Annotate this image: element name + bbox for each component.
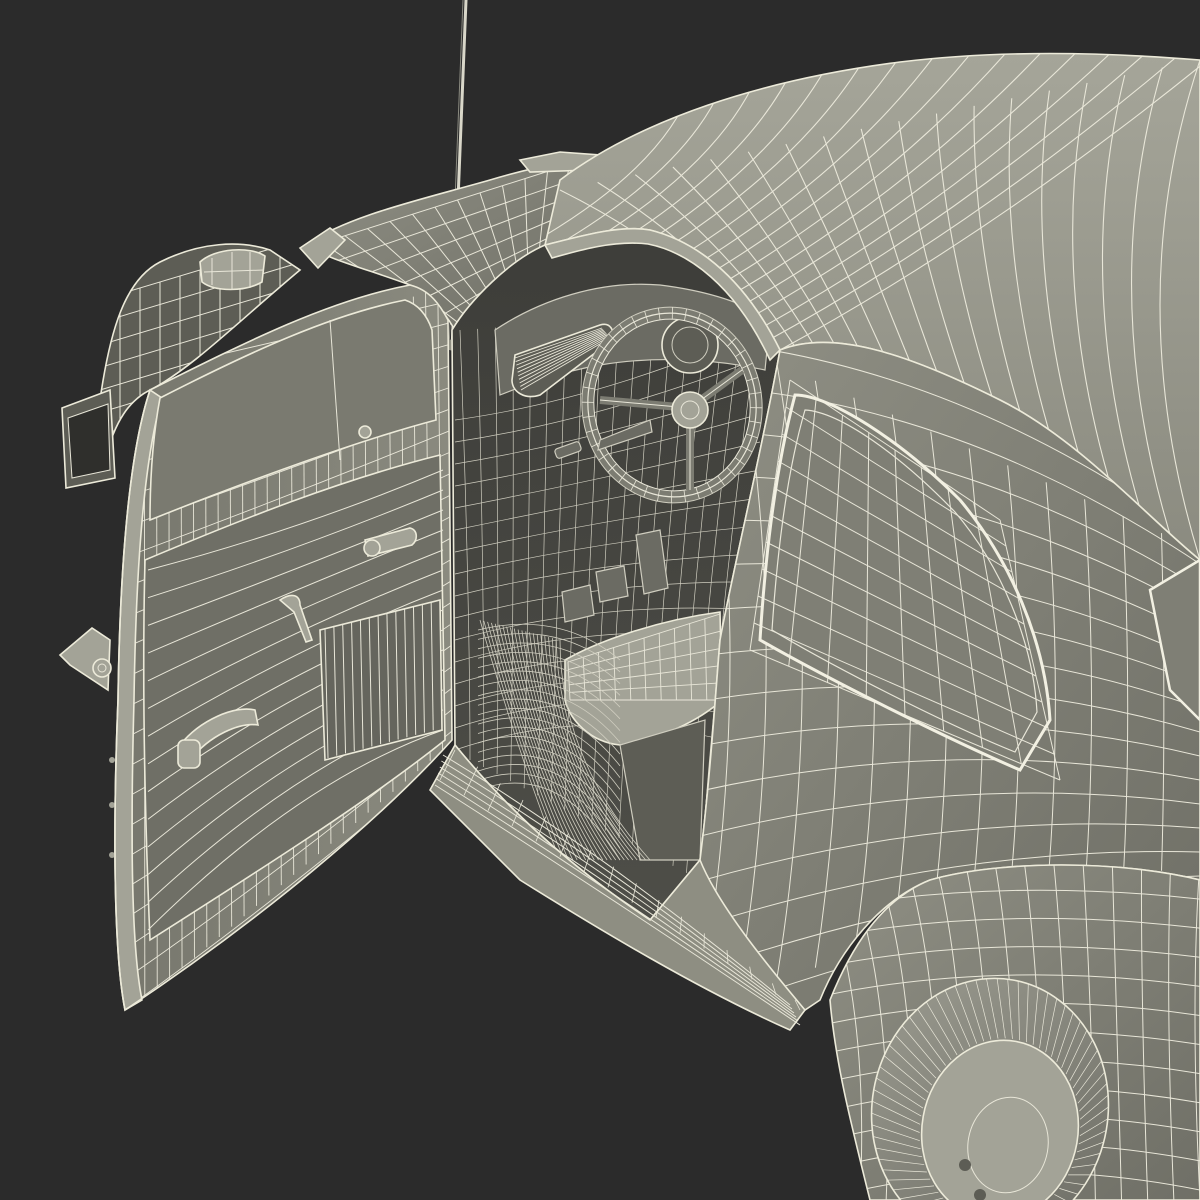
wing-cap [199, 248, 266, 291]
lock-knob [358, 425, 372, 439]
car-wireframe-render [0, 0, 1200, 1200]
wheel-bolt [959, 1159, 971, 1171]
render-viewport [0, 0, 1200, 1200]
headlamp-box [61, 388, 116, 489]
